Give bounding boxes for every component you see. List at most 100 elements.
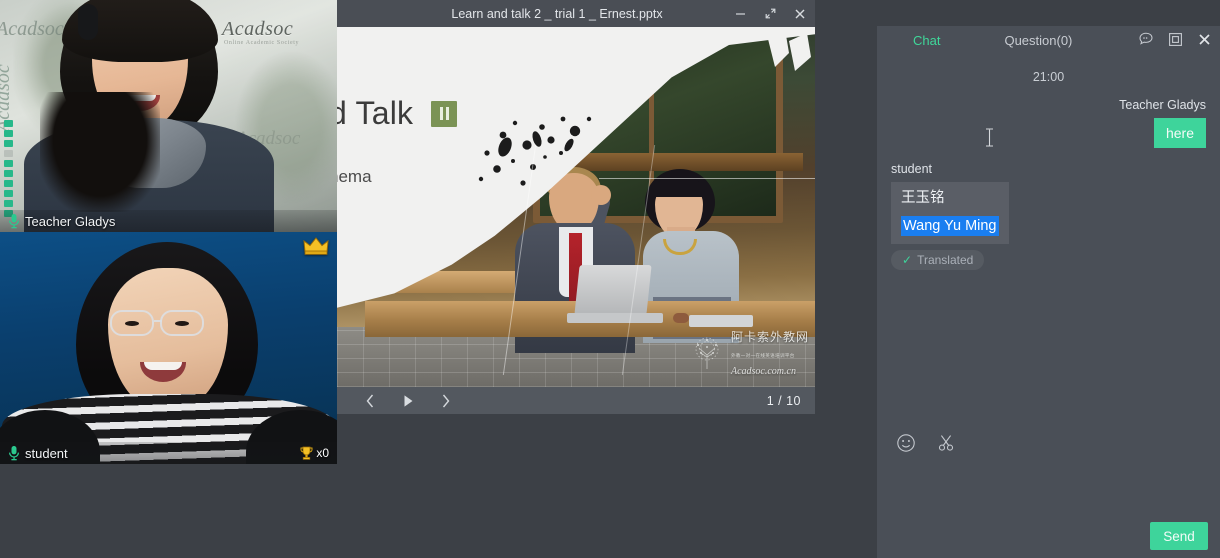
window-controls <box>725 0 815 27</box>
student-glasses-bridge <box>154 320 162 322</box>
watermark-tagline: 外教一对一在线英语培训平台 <box>731 353 795 358</box>
video-tile-teacher[interactable]: Acadsoc Acadsoc Acadsoc Online Academic … <box>0 0 337 232</box>
emoji-smiley-icon[interactable] <box>895 432 917 454</box>
check-icon: ✓ <box>902 253 912 267</box>
student-eye-left <box>125 321 139 326</box>
student-face <box>108 268 228 410</box>
microphone-icon <box>8 445 20 461</box>
slide-canvas[interactable]: d Talk nema <box>337 27 815 387</box>
presentation-title: Learn and talk 2 _ trial 1 _ Ernest.pptx <box>337 7 725 21</box>
chat-message-outgoing: Teacher Gladys here <box>891 98 1206 148</box>
close-icon <box>793 7 807 21</box>
background-bottom-strip <box>337 414 877 558</box>
message-bubble[interactable]: 王玉铭 Wang Yu Ming <box>891 182 1009 244</box>
video-column-filler <box>0 464 337 558</box>
chevron-right-icon <box>440 393 452 409</box>
slide-watermark: 阿卡索外教网 外教一对一在线英语培训平台 Acadsoc.com.cn <box>688 329 809 379</box>
chat-compose-area: Send <box>877 424 1220 558</box>
tab-chat[interactable]: Chat <box>901 26 952 56</box>
meter-seg <box>4 190 13 197</box>
backdrop-brand-logo: Acadsoc <box>222 18 293 41</box>
chat-message-incoming: student 王玉铭 Wang Yu Ming ✓ Translated <box>891 162 1206 270</box>
meter-seg <box>4 130 13 137</box>
translated-badge: ✓ Translated <box>891 250 984 270</box>
speech-bubble-glyph <box>1138 31 1154 47</box>
restore-window-glyph <box>1168 32 1183 47</box>
message-text-original: 王玉铭 <box>901 188 999 208</box>
meter-seg <box>4 160 13 167</box>
student-name-strip: student x0 <box>0 442 337 464</box>
background-top-strip <box>877 0 1220 26</box>
microphone-icon <box>8 213 20 229</box>
compose-toolbar <box>877 424 1220 454</box>
app-root: Acadsoc Acadsoc Acadsoc Online Academic … <box>0 0 1220 558</box>
meter-seg <box>4 200 13 207</box>
message-text-translation: Wang Yu Ming <box>901 216 999 236</box>
chevron-left-icon <box>364 393 376 409</box>
minimize-icon <box>734 7 747 20</box>
watermark-cn: 阿卡索外教网 <box>731 330 809 344</box>
send-button[interactable]: Send <box>1150 522 1208 550</box>
slide-title: d Talk <box>337 95 457 132</box>
message-sender-name: Teacher Gladys <box>891 98 1206 112</box>
pause-icon[interactable] <box>431 101 457 127</box>
meter-seg <box>4 170 13 177</box>
trophy-icon <box>299 446 314 461</box>
video-column: Acadsoc Acadsoc Acadsoc Online Academic … <box>0 0 337 558</box>
scissors-icon[interactable] <box>935 432 957 454</box>
teacher-name-strip: Teacher Gladys <box>0 210 337 232</box>
restore-icon <box>764 7 777 20</box>
slide-subtitle: nema <box>337 167 372 187</box>
trophy-counter: x0 <box>299 446 329 461</box>
teacher-headset-icon <box>78 4 98 40</box>
scissors-glyph <box>936 433 956 453</box>
close-icon[interactable] <box>1194 29 1214 49</box>
slide-page-indicator: 1 / 10 <box>767 394 801 408</box>
meter-seg <box>4 140 13 147</box>
chat-header-icons <box>1136 29 1214 49</box>
text-cursor-icon <box>985 128 994 147</box>
audio-level-meter <box>4 120 13 220</box>
close-button[interactable] <box>785 0 815 27</box>
meter-seg <box>4 120 13 127</box>
watermark-text: 阿卡索外教网 外教一对一在线英语培训平台 Acadsoc.com.cn <box>731 329 809 379</box>
student-eye-right <box>175 321 189 326</box>
meter-seg <box>4 150 13 157</box>
crown-icon <box>303 236 329 256</box>
slide-decoration-line <box>599 178 815 179</box>
tree-logo-icon <box>688 335 726 373</box>
tab-question[interactable]: Question(0) <box>992 26 1084 56</box>
teacher-name-label: Teacher Gladys <box>25 214 115 229</box>
chat-message-list[interactable]: 21:00 Teacher Gladys here student 王玉铭 Wa… <box>877 70 1220 438</box>
video-tile-student[interactable]: student x0 <box>0 232 337 464</box>
restore-window-icon[interactable] <box>1165 29 1185 49</box>
chat-header: Chat Question(0) <box>877 26 1220 56</box>
message-sender-name: student <box>891 162 1206 176</box>
presentation-window: Learn and talk 2 _ trial 1 _ Ernest.pptx <box>337 0 815 414</box>
trophy-count-label: x0 <box>316 446 329 460</box>
minimize-button[interactable] <box>725 0 755 27</box>
backdrop-brand-left: Acadsoc <box>0 18 64 41</box>
play-icon <box>401 393 415 409</box>
backdrop-brand-tagline: Online Academic Society <box>224 40 299 46</box>
translated-label: Translated <box>917 253 973 267</box>
emoji-smiley-glyph <box>896 433 916 453</box>
chat-timestamp: 21:00 <box>891 70 1206 84</box>
photo-mouse <box>673 313 689 323</box>
slide-next-button[interactable] <box>427 387 465 414</box>
teacher-hair-shadow <box>40 92 160 212</box>
watermark-url: Acadsoc.com.cn <box>731 366 796 377</box>
photo-woman-fringe <box>653 177 705 197</box>
restore-button[interactable] <box>755 0 785 27</box>
speech-bubble-icon[interactable] <box>1136 29 1156 49</box>
message-bubble[interactable]: here <box>1154 118 1206 148</box>
presentation-titlebar[interactable]: Learn and talk 2 _ trial 1 _ Ernest.pptx <box>337 0 815 27</box>
slide-controls: 1 / 10 <box>337 387 815 414</box>
student-name-label: student <box>25 446 68 461</box>
slide-prev-button[interactable] <box>351 387 389 414</box>
meter-seg <box>4 180 13 187</box>
slide-play-button[interactable] <box>389 387 427 414</box>
slide-title-text: d Talk <box>337 95 413 132</box>
photo-tablet <box>689 315 753 327</box>
chat-panel: Chat Question(0) <box>877 26 1220 558</box>
